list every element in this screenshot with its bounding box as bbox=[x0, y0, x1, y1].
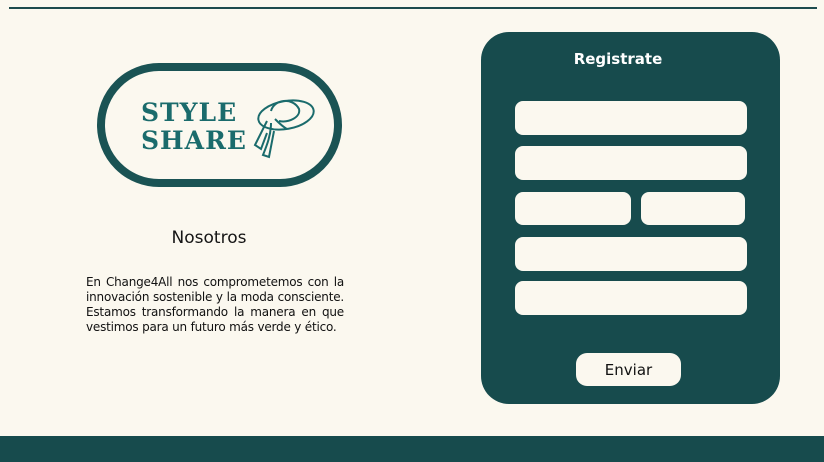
form-field-2[interactable] bbox=[515, 146, 747, 180]
form-field-5[interactable] bbox=[515, 237, 747, 271]
submit-button[interactable]: Enviar bbox=[576, 353, 681, 386]
logo-line-1: STYLE bbox=[141, 98, 238, 127]
about-title: Nosotros bbox=[171, 228, 247, 248]
form-field-3[interactable] bbox=[515, 192, 631, 225]
form-title: Registrate bbox=[573, 50, 663, 68]
logo-wordmark: STYLE SHARE bbox=[141, 99, 247, 155]
registration-form: Registrate Enviar bbox=[481, 32, 780, 404]
form-field-1[interactable] bbox=[515, 101, 747, 135]
about-text: En Change4All nos comprometemos con la i… bbox=[86, 275, 344, 334]
footer-bar bbox=[0, 436, 824, 462]
form-field-4[interactable] bbox=[641, 192, 745, 225]
top-divider bbox=[9, 7, 817, 9]
style-share-logo: STYLE SHARE bbox=[97, 63, 342, 187]
logo-line-2: SHARE bbox=[141, 126, 247, 155]
form-field-6[interactable] bbox=[515, 281, 747, 315]
hat-icon bbox=[253, 99, 315, 159]
